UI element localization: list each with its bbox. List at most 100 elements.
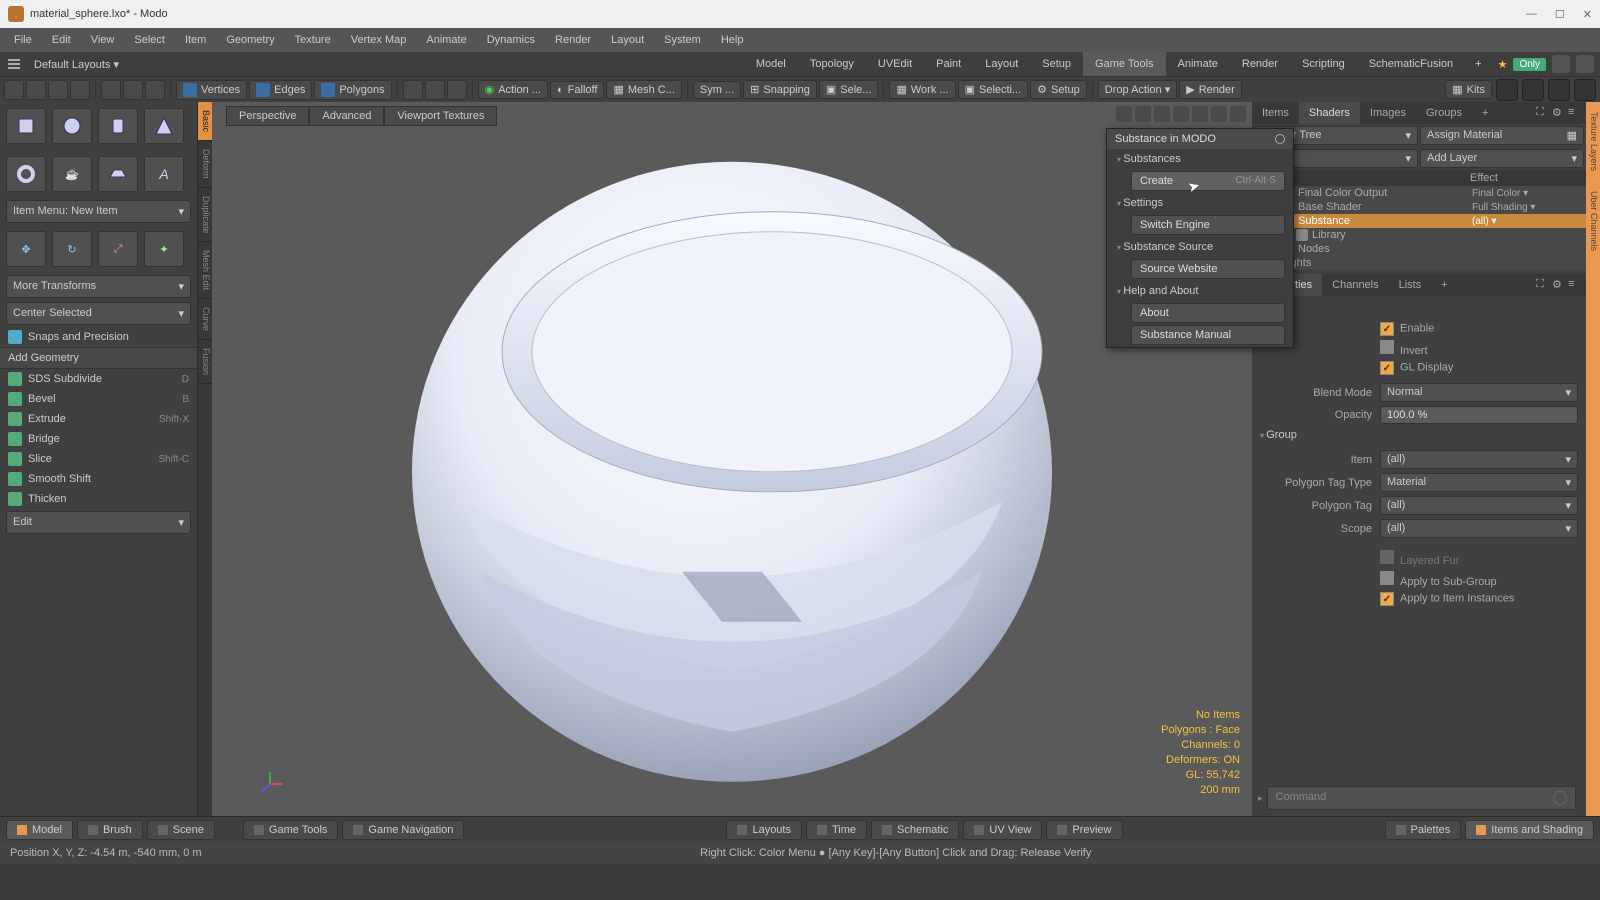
setup-button[interactable]: ⚙Setup (1030, 80, 1087, 99)
prim-sphere[interactable] (52, 108, 92, 144)
blend-mode-select[interactable]: Normal▾ (1380, 383, 1578, 402)
menu-system[interactable]: System (654, 34, 711, 46)
viewport-tab-advanced[interactable]: Advanced (309, 106, 384, 126)
meshc-dropdown[interactable]: ▦Mesh C... (606, 80, 681, 99)
edit-dropdown[interactable]: Edit▾ (6, 511, 191, 534)
group-header[interactable]: Group (1252, 426, 1586, 444)
engine-icon-2[interactable] (1576, 55, 1594, 73)
render-button[interactable]: ▶Render (1179, 80, 1242, 99)
tree-final-color-output[interactable]: Final Color OutputFinal Color ▾ (1252, 186, 1586, 200)
layout-tab-game tools[interactable]: Game Tools (1083, 52, 1166, 76)
bb-schematic[interactable]: Schematic (871, 820, 959, 840)
layout-tab-model[interactable]: Model (744, 52, 798, 76)
geom-sds-subdivide[interactable]: SDS SubdivideD (0, 369, 197, 389)
add-layer-dd[interactable]: Add Layer▾ (1420, 149, 1584, 168)
menu-help[interactable]: Help (711, 34, 754, 46)
panel-expand-icon[interactable]: ⛶ (1536, 106, 1550, 120)
check-gl-display[interactable]: ✓ (1380, 361, 1394, 375)
sidestrip-basic[interactable]: Basic (198, 102, 212, 141)
rtab-groups[interactable]: Groups (1416, 102, 1472, 124)
bb-preview[interactable]: Preview (1046, 820, 1122, 840)
bb-brush[interactable]: Brush (77, 820, 143, 840)
tree-base-shader[interactable]: Base ShaderFull Shading ▾ (1252, 200, 1586, 214)
rtab-items[interactable]: Items (1252, 102, 1299, 124)
geom-bevel[interactable]: BevelB (0, 389, 197, 409)
viewport-ctrl-3[interactable] (1154, 106, 1170, 122)
rtab-add[interactable]: + (1472, 102, 1498, 124)
viewport-ctrl-1[interactable] (1116, 106, 1132, 122)
tool-e-icon[interactable] (425, 80, 445, 100)
popup-item-about[interactable]: About (1131, 303, 1285, 323)
group-scope[interactable]: (all)▾ (1380, 519, 1578, 538)
transform-rotate[interactable]: ↻ (52, 231, 92, 267)
shape-circle-icon[interactable] (4, 80, 24, 100)
check-layered-fur[interactable] (1380, 550, 1394, 564)
item-menu-dropdown[interactable]: Item Menu: New Item▾ (6, 200, 191, 223)
viewport-tab-viewport-textures[interactable]: Viewport Textures (384, 106, 497, 126)
layout-tab-scripting[interactable]: Scripting (1290, 52, 1357, 76)
check-invert[interactable] (1380, 340, 1394, 354)
tree-nodes[interactable]: ▸Nodes (1252, 242, 1586, 256)
layout-tab-topology[interactable]: Topology (798, 52, 866, 76)
rtab-images[interactable]: Images (1360, 102, 1416, 124)
ptab-add[interactable]: + (1431, 274, 1457, 296)
prim-teapot[interactable]: ☕ (52, 156, 92, 192)
tool-a-icon[interactable] (101, 80, 121, 100)
tree-substance[interactable]: Substance(all) ▾ (1252, 214, 1586, 228)
geom-smooth-shift[interactable]: Smooth Shift (0, 469, 197, 489)
kit-icon-1[interactable] (1496, 79, 1518, 101)
menu-edit[interactable]: Edit (42, 34, 81, 46)
transform-move[interactable]: ✥ (6, 231, 46, 267)
sym-dropdown[interactable]: Sym ... (693, 81, 741, 99)
prim-plane[interactable] (98, 156, 138, 192)
shape-move-icon[interactable] (70, 80, 90, 100)
layout-tab-uvedit[interactable]: UVEdit (866, 52, 924, 76)
geom-thicken[interactable]: Thicken (0, 489, 197, 509)
menu-animate[interactable]: Animate (416, 34, 476, 46)
prop-menu-icon[interactable]: ≡ (1568, 278, 1582, 292)
prim-cylinder[interactable] (98, 108, 138, 144)
sidestrip-fusion[interactable]: Fusion (198, 340, 212, 384)
popup-item-substance-manual[interactable]: Substance Manual (1131, 325, 1285, 345)
rsidestrip-texture-layers[interactable]: Texture Layers (1586, 102, 1600, 181)
command-input[interactable]: Command (1267, 786, 1576, 810)
prim-torus[interactable] (6, 156, 46, 192)
snapping-dropdown[interactable]: ⊞Snapping (743, 80, 817, 99)
group-polygon-tag[interactable]: (all)▾ (1380, 496, 1578, 515)
check-apply-to-item-instances[interactable]: ✓ (1380, 592, 1394, 606)
bb-palettes[interactable]: Palettes (1385, 820, 1462, 840)
rtab-shaders[interactable]: Shaders (1299, 102, 1360, 124)
center-selected[interactable]: Center Selected▾ (6, 302, 191, 325)
layout-tab-animate[interactable]: Animate (1166, 52, 1230, 76)
popup-section-help-and-about[interactable]: Help and About (1107, 281, 1293, 301)
minimize-icon[interactable]: — (1526, 8, 1537, 21)
menu-texture[interactable]: Texture (285, 34, 341, 46)
kit-icon-2[interactable] (1522, 79, 1544, 101)
layout-tab-setup[interactable]: Setup (1030, 52, 1083, 76)
hamburger-icon[interactable] (8, 58, 20, 70)
layout-tab-schematicfusion[interactable]: SchematicFusion (1357, 52, 1465, 76)
layout-tab-layout[interactable]: Layout (973, 52, 1030, 76)
tool-b-icon[interactable] (123, 80, 143, 100)
only-badge[interactable]: Only (1513, 58, 1546, 71)
panel-menu-icon[interactable]: ≡ (1568, 106, 1582, 120)
transform-scale[interactable]: ⤢ (98, 231, 138, 267)
viewport-ctrl-7[interactable] (1230, 106, 1246, 122)
popup-item-create[interactable]: CreateCtrl-Alt-S (1131, 171, 1285, 191)
sidestrip-mesh-edit[interactable]: Mesh Edit (198, 242, 212, 299)
maximize-icon[interactable]: ☐ (1555, 8, 1565, 21)
add-tab[interactable]: + (1465, 58, 1491, 70)
prim-cube[interactable] (6, 108, 46, 144)
select-dropdown[interactable]: ▣Sele... (819, 80, 879, 99)
bb-model[interactable]: Model (6, 820, 73, 840)
viewport[interactable]: PerspectiveAdvancedViewport Textures No … (212, 102, 1252, 816)
layout-tab-paint[interactable]: Paint (924, 52, 973, 76)
kit-icon-3[interactable] (1548, 79, 1570, 101)
geom-slice[interactable]: SliceShift-C (0, 449, 197, 469)
viewport-ctrl-5[interactable] (1192, 106, 1208, 122)
group-item[interactable]: (all)▾ (1380, 450, 1578, 469)
sidestrip-duplicate[interactable]: Duplicate (198, 188, 212, 243)
more-transforms[interactable]: More Transforms▾ (6, 275, 191, 298)
bb-time[interactable]: Time (806, 820, 867, 840)
polygons-button[interactable]: Polygons (314, 80, 391, 100)
